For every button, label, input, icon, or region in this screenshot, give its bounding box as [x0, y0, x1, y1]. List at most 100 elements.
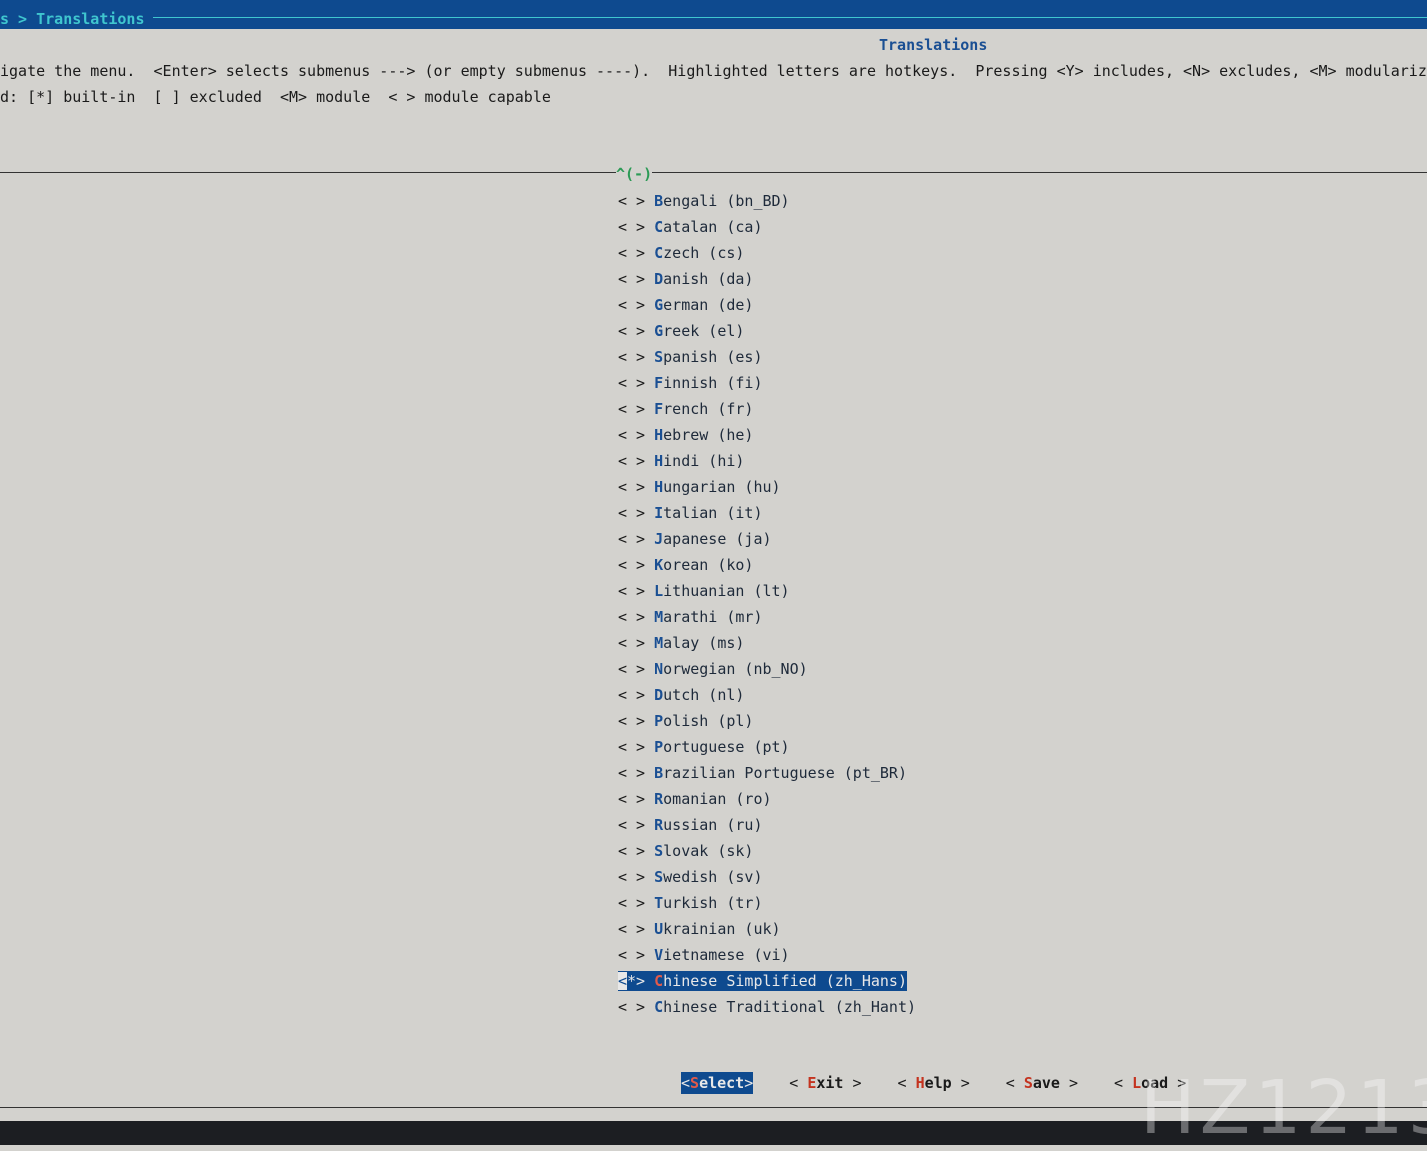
menu-item-text: orean (ko): [663, 556, 754, 574]
help-button[interactable]: < Help >: [898, 1072, 970, 1094]
menu-item-state[interactable]: < >: [618, 556, 645, 574]
menu-item[interactable]: < > Chinese Traditional (zh_Hant): [618, 997, 916, 1023]
menu-item-state[interactable]: < >: [618, 244, 645, 262]
menu-item-row: < > Romanian (ro): [618, 789, 772, 809]
menu-item-state[interactable]: < >: [618, 530, 645, 548]
menu-item[interactable]: < > Czech (cs): [618, 243, 916, 269]
menu-item-label: Russian (ru): [654, 816, 762, 834]
menu-item-state[interactable]: < >: [618, 218, 645, 236]
menu-item-hotkey: F: [654, 400, 664, 418]
menu-item-state[interactable]: < >: [618, 504, 645, 522]
menu-item[interactable]: < > Danish (da): [618, 269, 916, 295]
help-text-line-2: d: [*] built-in [ ] excluded <M> module …: [0, 88, 551, 106]
menu-item[interactable]: < > Marathi (mr): [618, 607, 916, 633]
menu-item-label: Dutch (nl): [654, 686, 744, 704]
menu-item-state[interactable]: < >: [618, 816, 645, 834]
menu-item-hotkey: C: [654, 998, 664, 1016]
menu-item-state[interactable]: < >: [618, 868, 645, 886]
menu-item[interactable]: < > Catalan (ca): [618, 217, 916, 243]
menu-item[interactable]: < > Dutch (nl): [618, 685, 916, 711]
load-button[interactable]: < Load >: [1114, 1072, 1186, 1094]
menu-item-state[interactable]: < >: [618, 348, 645, 366]
menu-item-row: < > Chinese Traditional (zh_Hant): [618, 997, 916, 1017]
menu-item[interactable]: < > Ukrainian (uk): [618, 919, 916, 945]
menu-item[interactable]: < > Italian (it): [618, 503, 916, 529]
menu-item-label: Japanese (ja): [654, 530, 771, 548]
menu-item-hotkey: R: [654, 816, 664, 834]
menu-item-state[interactable]: < >: [618, 920, 645, 938]
menu-item-state[interactable]: < >: [618, 270, 645, 288]
menu-item[interactable]: < > Hindi (hi): [618, 451, 916, 477]
menu-item-state[interactable]: < >: [618, 634, 645, 652]
menu-item-text: orwegian (nb_NO): [663, 660, 808, 678]
menu-item[interactable]: < > Norwegian (nb_NO): [618, 659, 916, 685]
menu-item-text: razilian Portuguese (pt_BR): [663, 764, 907, 782]
menu-item[interactable]: < > Spanish (es): [618, 347, 916, 373]
menu-item-state[interactable]: < >: [618, 374, 645, 392]
menu-item-state[interactable]: < >: [618, 400, 645, 418]
menu-item[interactable]: < > Hungarian (hu): [618, 477, 916, 503]
menu-item-state[interactable]: < >: [618, 998, 645, 1016]
menu-item-text: erman (de): [663, 296, 754, 314]
menu-item-state[interactable]: < >: [618, 582, 645, 600]
menu-item-state[interactable]: < >: [618, 660, 645, 678]
menu-item[interactable]: < > Turkish (tr): [618, 893, 916, 919]
save-button[interactable]: < Save >: [1006, 1072, 1078, 1094]
menu-item[interactable]: < > Romanian (ro): [618, 789, 916, 815]
menu-item-state[interactable]: < >: [618, 426, 645, 444]
menu-item-state[interactable]: < >: [618, 894, 645, 912]
menu-item[interactable]: < > Russian (ru): [618, 815, 916, 841]
menu-item-hotkey: D: [654, 270, 664, 288]
menu-item-label: Norwegian (nb_NO): [654, 660, 808, 678]
menu-item-state[interactable]: < >: [618, 322, 645, 340]
menu-item[interactable]: < > Greek (el): [618, 321, 916, 347]
menu-item-state[interactable]: < >: [618, 764, 645, 782]
menu-item-label: Catalan (ca): [654, 218, 762, 236]
menu-item[interactable]: < > Hebrew (he): [618, 425, 916, 451]
menu-item-label: Bengali (bn_BD): [654, 192, 789, 210]
menu-item[interactable]: < > Lithuanian (lt): [618, 581, 916, 607]
menu-item-state[interactable]: <*>: [618, 972, 645, 990]
menu-item[interactable]: < > Finnish (fi): [618, 373, 916, 399]
menu-item-state[interactable]: < >: [618, 192, 645, 210]
menu-item[interactable]: < > Malay (ms): [618, 633, 916, 659]
menu-item-text: zech (cs): [663, 244, 745, 262]
menu-item-row: < > Polish (pl): [618, 711, 753, 731]
menu-item-label: Swedish (sv): [654, 868, 762, 886]
menu-item[interactable]: < > Korean (ko): [618, 555, 916, 581]
breadcrumb: s > Translations: [0, 9, 153, 29]
menu-item[interactable]: < > Vietnamese (vi): [618, 945, 916, 971]
menu-item-state[interactable]: < >: [618, 296, 645, 314]
menu-item-state[interactable]: < >: [618, 608, 645, 626]
menu-item[interactable]: < > Bengali (bn_BD): [618, 191, 916, 217]
menu-item[interactable]: < > Polish (pl): [618, 711, 916, 737]
menu-item-label: Hungarian (hu): [654, 478, 780, 496]
menu-item[interactable]: <*> Chinese Simplified (zh_Hans): [618, 971, 916, 997]
menu-item-row: < > Portuguese (pt): [618, 737, 790, 757]
menu-item[interactable]: < > Portuguese (pt): [618, 737, 916, 763]
menu-item[interactable]: < > Japanese (ja): [618, 529, 916, 555]
menu-item-state[interactable]: < >: [618, 478, 645, 496]
select-button[interactable]: <Select>: [681, 1072, 754, 1094]
menu-item[interactable]: < > Brazilian Portuguese (pt_BR): [618, 763, 916, 789]
menu-item-state[interactable]: < >: [618, 686, 645, 704]
menu-item-state[interactable]: < >: [618, 452, 645, 470]
menu-item-text: reek (el): [663, 322, 745, 340]
menu-item-text: anish (da): [663, 270, 754, 288]
menu-item-label: Turkish (tr): [654, 894, 762, 912]
menu-item-hotkey: K: [654, 556, 664, 574]
menu-item[interactable]: < > French (fr): [618, 399, 916, 425]
menu-item-label: Slovak (sk): [654, 842, 753, 860]
menu-item-state[interactable]: < >: [618, 842, 645, 860]
menu-item-state[interactable]: < >: [618, 790, 645, 808]
menu-item-state[interactable]: < >: [618, 946, 645, 964]
menu-item-label: Korean (ko): [654, 556, 753, 574]
menu-item-state[interactable]: < >: [618, 738, 645, 756]
menu-item[interactable]: < > Slovak (sk): [618, 841, 916, 867]
menu-item-row: < > French (fr): [618, 399, 753, 419]
menu-item[interactable]: < > Swedish (sv): [618, 867, 916, 893]
menu-item[interactable]: < > German (de): [618, 295, 916, 321]
exit-button[interactable]: < Exit >: [789, 1072, 861, 1094]
dialog-title: Translations: [879, 36, 988, 54]
menu-item-state[interactable]: < >: [618, 712, 645, 730]
